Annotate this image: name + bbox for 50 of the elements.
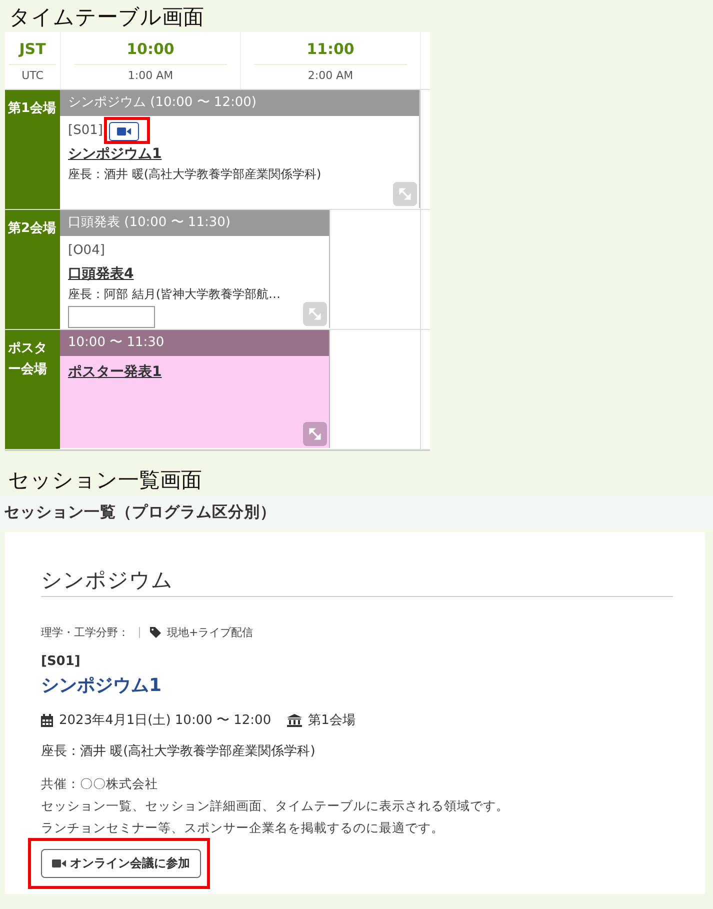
tag-icon — [150, 627, 161, 638]
field-label: 理学・工学分野： — [41, 625, 129, 640]
note-text: ランチョンセミナー等、スポンサー企業名を掲載するのに最適です。 — [41, 819, 445, 837]
expand-icon — [308, 307, 322, 321]
join-button[interactable]: オンライン会議に参加 — [41, 849, 201, 878]
chair-text: 座長：酒井 暖(高社大学教養学部産業関係学科) — [41, 743, 316, 760]
note-text: セッション一覧、セッション詳細画面、タイムテーブルに表示される領域です。 — [41, 797, 510, 815]
video-camera-icon — [52, 859, 66, 868]
calendar-icon — [41, 714, 53, 726]
session-header: シンポジウム (10:00 〜 12:00) — [60, 90, 419, 116]
room-text: 第1会場 — [308, 712, 356, 729]
tag-label: 現地+ライブ配信 — [167, 625, 254, 640]
note-text: 共催：〇〇株式会社 — [41, 775, 159, 793]
section-title: タイムテーブル画面 — [8, 4, 205, 31]
building-icon — [287, 714, 302, 726]
hour-label: 1:00 AM — [74, 64, 227, 82]
chair-text: 座長：阿部 結月(皆神大学教養学部航… — [68, 286, 280, 302]
expand-button[interactable] — [303, 302, 327, 326]
session-code: [S01] — [68, 122, 103, 140]
button[interactable] — [68, 306, 155, 328]
section-title: セッション一覧画面 — [7, 467, 203, 494]
room-label: ポスター会場 — [5, 330, 60, 449]
expand-button[interactable] — [303, 422, 327, 446]
room-label: 第2会場 — [5, 210, 60, 329]
expand-icon — [308, 427, 322, 441]
chair-text: 座長：酒井 暖(高社大学教養学部産業関係学科) — [68, 166, 322, 182]
timezone-label: UTC — [9, 64, 56, 82]
video-camera-icon — [116, 126, 131, 136]
hour-label: 10:00 — [126, 40, 174, 58]
session-card[interactable]: 10:00 〜 11:30 ポスター発表1 — [60, 330, 330, 448]
session-header: 口頭発表 (10:00 〜 11:30) — [60, 210, 329, 236]
page-heading: セッション一覧（プログラム区分別） — [4, 502, 276, 523]
session-title-link[interactable]: シンポジウム1 — [41, 673, 673, 697]
expand-icon — [398, 187, 412, 201]
video-button[interactable] — [108, 122, 139, 140]
hour-label: 2:00 AM — [254, 64, 407, 82]
session-title-link[interactable]: 口頭発表4 — [68, 264, 321, 284]
session-code: [S01] — [41, 654, 82, 669]
expand-button[interactable] — [393, 182, 417, 206]
timezone-label: JST — [19, 40, 46, 58]
date-text: 2023年4月1日(土) 10:00 〜 12:00 — [59, 712, 272, 729]
session-title-link[interactable]: シンポジウム1 — [68, 144, 411, 164]
session-card[interactable]: シンポジウム (10:00 〜 12:00) [S01] シンポジウム1 座長：酒井 暖(高社大学教養学部産業関係学科) — [60, 90, 420, 208]
session-code: [O04] — [68, 242, 105, 260]
session-header: 10:00 〜 11:30 — [60, 330, 329, 356]
room-label: 第1会場 — [5, 90, 60, 209]
session-title-link[interactable]: ポスター発表1 — [68, 362, 321, 382]
hour-label: 11:00 — [306, 40, 354, 58]
session-card[interactable]: 口頭発表 (10:00 〜 11:30) [O04] 口頭発表4 座長：阿部 結月(皆神大学教養学部航… — [60, 210, 330, 328]
category-heading: シンポジウム — [41, 566, 673, 597]
